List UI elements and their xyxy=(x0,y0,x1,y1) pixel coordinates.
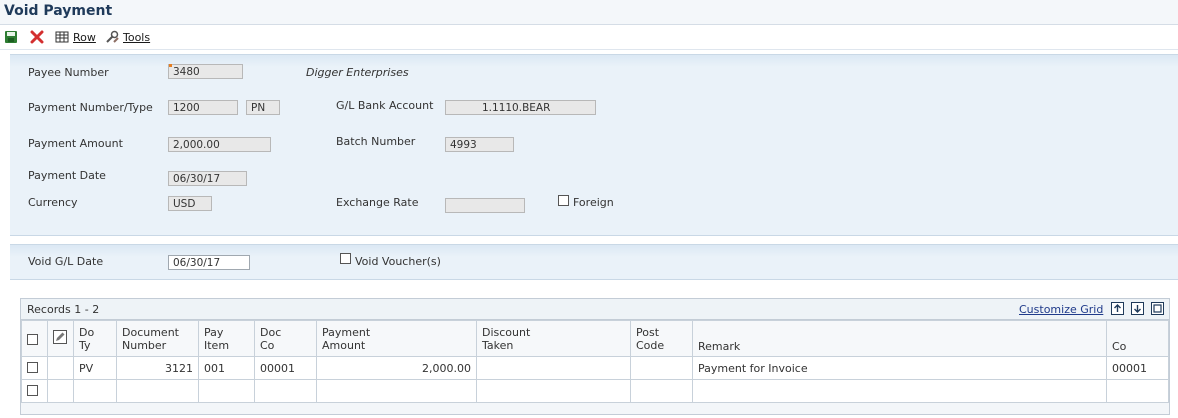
row-select-cell[interactable] xyxy=(21,379,48,403)
discount-taken-header[interactable]: Discount Taken xyxy=(476,320,631,357)
do-ty-header[interactable]: Do Ty xyxy=(73,320,117,357)
records-grid: Records 1 - 2 Customize Grid Do Ty Docum… xyxy=(20,298,1170,415)
edit-column-header xyxy=(47,320,74,357)
select-all-checkbox[interactable] xyxy=(27,333,38,345)
post-code-cell[interactable] xyxy=(630,356,693,380)
title-bar: Void Payment xyxy=(0,0,1178,25)
row-edit-cell xyxy=(47,356,74,380)
required-marker-icon xyxy=(169,64,172,67)
payment-amount-header[interactable]: Payment Amount xyxy=(316,320,477,357)
payee-number-field[interactable]: 3480 xyxy=(168,64,243,79)
payment-date-label: Payment Date xyxy=(28,169,106,182)
customize-grid-link[interactable]: Customize Grid xyxy=(1019,303,1103,316)
foreign-label: Foreign xyxy=(573,196,614,209)
batch-number-field[interactable]: 4993 xyxy=(445,137,514,152)
grid-header-bar: Records 1 - 2 Customize Grid xyxy=(21,299,1169,320)
row-select-cell[interactable] xyxy=(21,356,48,380)
select-all-header[interactable] xyxy=(21,320,48,357)
discount-taken-cell[interactable] xyxy=(476,356,631,380)
toolbar: Row Tools xyxy=(0,25,1178,50)
payment-amount-cell[interactable]: 2,000.00 xyxy=(316,356,477,380)
exchange-rate-label: Exchange Rate xyxy=(336,196,419,209)
payment-number-field[interactable]: 1200 xyxy=(168,100,238,115)
page-title: Void Payment xyxy=(4,3,113,19)
table-row[interactable]: PV 3121 001 00001 2,000.00 Payment for I… xyxy=(21,356,1169,380)
row-menu-button[interactable]: Row xyxy=(55,29,96,45)
payee-name: Digger Enterprises xyxy=(306,66,409,79)
grid-table-wrapper: Do Ty Document Number Pay Item Doc Co Paymen… xyxy=(21,320,1169,403)
save-icon xyxy=(4,30,18,44)
void-gl-date-label: Void G/L Date xyxy=(28,255,104,268)
remark-header[interactable]: Remark xyxy=(692,320,1107,357)
records-count: Records 1 - 2 xyxy=(27,303,100,316)
co-header[interactable]: Co xyxy=(1106,320,1169,357)
pencil-icon xyxy=(53,330,67,347)
payment-number-type-label: Payment Number/Type xyxy=(28,101,153,114)
document-number-header[interactable]: Document Number xyxy=(116,320,199,357)
grid-header-row: Do Ty Document Number Pay Item Doc Co Paymen… xyxy=(21,320,1169,357)
payee-number-label: Payee Number xyxy=(28,66,109,79)
gl-bank-account-field[interactable]: 1.1110.BEAR xyxy=(445,100,596,115)
import-icon[interactable] xyxy=(1131,302,1144,315)
payment-type-field[interactable]: PN xyxy=(246,100,280,115)
cancel-button[interactable] xyxy=(30,29,44,45)
pay-item-cell[interactable]: 001 xyxy=(198,356,255,380)
do-ty-cell[interactable]: PV xyxy=(73,356,117,380)
currency-label: Currency xyxy=(28,196,78,209)
exchange-rate-field[interactable] xyxy=(445,198,525,213)
tools-icon xyxy=(105,30,119,44)
foreign-checkbox[interactable] xyxy=(558,195,569,206)
void-vouchers-checkbox[interactable] xyxy=(340,253,351,264)
remark-cell[interactable]: Payment for Invoice xyxy=(692,356,1107,380)
payment-date-field[interactable]: 06/30/17 xyxy=(168,171,247,186)
tools-menu-button[interactable]: Tools xyxy=(105,29,150,45)
co-cell[interactable]: 00001 xyxy=(1106,356,1169,380)
row-select-checkbox[interactable] xyxy=(27,385,38,396)
gl-bank-account-label: G/L Bank Account xyxy=(336,99,434,112)
grid-icon xyxy=(55,30,69,44)
save-button[interactable] xyxy=(4,29,18,45)
payment-amount-field[interactable]: 2,000.00 xyxy=(168,137,271,152)
currency-field[interactable]: USD xyxy=(168,196,212,211)
pay-item-header[interactable]: Pay Item xyxy=(198,320,255,357)
maximize-grid-icon[interactable] xyxy=(1151,302,1164,315)
row-select-checkbox[interactable] xyxy=(27,362,38,373)
table-row-empty[interactable] xyxy=(21,379,1169,403)
row-menu-label: Row xyxy=(73,30,96,44)
doc-co-header[interactable]: Doc Co xyxy=(254,320,317,357)
batch-number-label: Batch Number xyxy=(336,135,416,148)
payment-amount-label: Payment Amount xyxy=(28,137,123,150)
void-gl-date-input[interactable]: 06/30/17 xyxy=(168,255,250,270)
tools-menu-label: Tools xyxy=(123,30,151,44)
records-table: Do Ty Document Number Pay Item Doc Co Paymen… xyxy=(21,320,1169,403)
close-icon xyxy=(30,30,44,44)
document-number-cell[interactable]: 3121 xyxy=(116,356,199,380)
export-icon[interactable] xyxy=(1111,302,1124,315)
void-vouchers-label: Void Voucher(s) xyxy=(355,255,441,268)
post-code-header[interactable]: Post Code xyxy=(630,320,693,357)
doc-co-cell[interactable]: 00001 xyxy=(254,356,317,380)
